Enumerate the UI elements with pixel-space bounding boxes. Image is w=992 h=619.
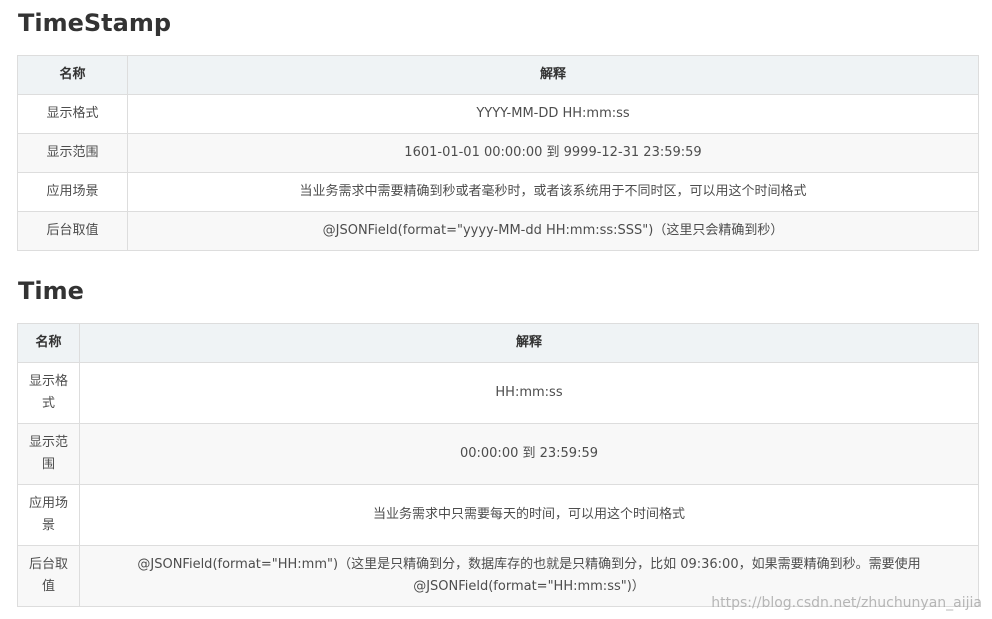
time-table: 名称 解释 显示格式 HH:mm:ss 显示范围 00:00:00 到 23:5… — [17, 323, 979, 607]
row-description-cell: HH:mm:ss — [79, 362, 979, 424]
row-name-cell: 显示范围 — [17, 423, 80, 485]
watermark: https://blog.csdn.net/zhuchunyan_aijia — [711, 595, 982, 611]
table-header-row: 名称 解释 — [17, 55, 979, 95]
table-header-row: 名称 解释 — [17, 323, 979, 363]
table-row: 应用场景 当业务需求中只需要每天的时间，可以用这个时间格式 — [17, 484, 979, 546]
table-row: 显示范围 00:00:00 到 23:59:59 — [17, 423, 979, 485]
row-name-cell: 应用场景 — [17, 484, 80, 546]
table-row: 后台取值 @JSONField(format="yyyy-MM-dd HH:mm… — [17, 211, 979, 251]
section-title-time: Time — [18, 277, 84, 305]
table-row: 显示格式 HH:mm:ss — [17, 362, 979, 424]
row-name-cell: 应用场景 — [17, 172, 128, 212]
row-name-cell: 后台取值 — [17, 545, 80, 607]
table-row: 应用场景 当业务需求中需要精确到秒或者毫秒时，或者该系统用于不同时区，可以用这个… — [17, 172, 979, 212]
row-name-cell: 显示范围 — [17, 133, 128, 173]
section-title-timestamp: TimeStamp — [18, 9, 172, 37]
table-row: 显示范围 1601-01-01 00:00:00 到 9999-12-31 23… — [17, 133, 979, 173]
row-description-cell: 1601-01-01 00:00:00 到 9999-12-31 23:59:5… — [127, 133, 979, 173]
row-description-cell: @JSONField(format="yyyy-MM-dd HH:mm:ss:S… — [127, 211, 979, 251]
row-description-cell: 00:00:00 到 23:59:59 — [79, 423, 979, 485]
row-name-cell: 后台取值 — [17, 211, 128, 251]
column-header-name: 名称 — [17, 55, 128, 95]
row-name-cell: 显示格式 — [17, 94, 128, 134]
timestamp-table: 名称 解释 显示格式 YYYY-MM-DD HH:mm:ss 显示范围 1601… — [17, 55, 979, 251]
column-header-description: 解释 — [79, 323, 979, 363]
column-header-name: 名称 — [17, 323, 80, 363]
column-header-description: 解释 — [127, 55, 979, 95]
row-description-cell: 当业务需求中需要精确到秒或者毫秒时，或者该系统用于不同时区，可以用这个时间格式 — [127, 172, 979, 212]
row-description-cell: YYYY-MM-DD HH:mm:ss — [127, 94, 979, 134]
row-description-cell: 当业务需求中只需要每天的时间，可以用这个时间格式 — [79, 484, 979, 546]
table-row: 显示格式 YYYY-MM-DD HH:mm:ss — [17, 94, 979, 134]
row-name-cell: 显示格式 — [17, 362, 80, 424]
